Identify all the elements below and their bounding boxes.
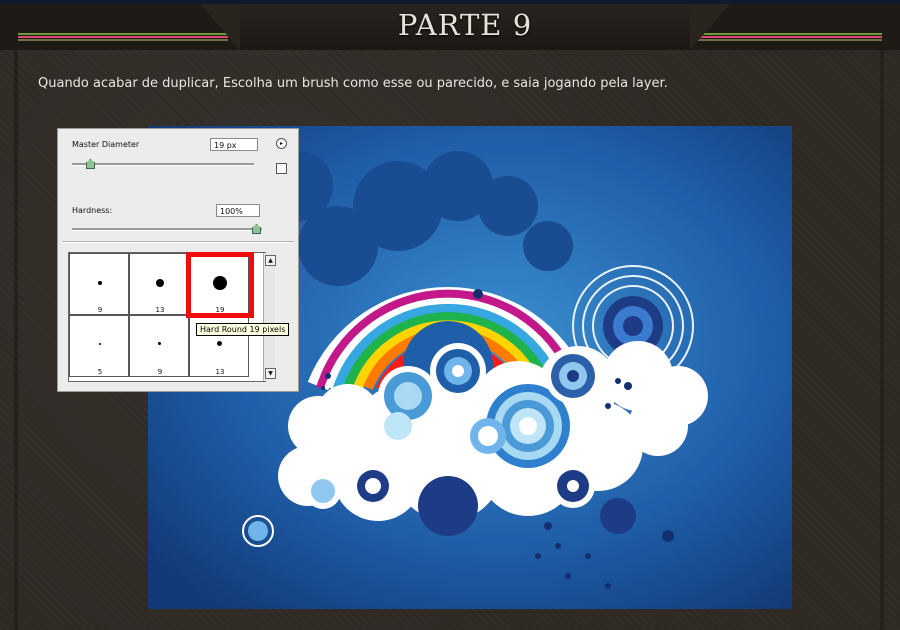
brush-size-label: 5 bbox=[97, 368, 103, 376]
brush-preset-panel: Master Diameter 19 px ▸ Hardness: 100% 9… bbox=[57, 128, 299, 392]
master-diameter-slider-thumb[interactable] bbox=[86, 159, 95, 169]
new-preset-button[interactable] bbox=[276, 163, 287, 174]
preset-scrollbar[interactable]: ▲ ▼ bbox=[263, 253, 276, 381]
master-diameter-input[interactable]: 19 px bbox=[210, 138, 258, 151]
brush-tip-preview bbox=[99, 343, 101, 345]
page-background: PARTE 9 Quando acabar de duplicar, Escol… bbox=[0, 0, 900, 630]
brush-size-label: 13 bbox=[155, 306, 165, 314]
brush-preset-cell[interactable]: 5 bbox=[69, 315, 129, 377]
header-stripes-left bbox=[18, 33, 228, 43]
brush-preset-cell[interactable]: 9 bbox=[129, 315, 189, 377]
brush-tip-preview bbox=[158, 342, 161, 345]
hardness-input[interactable]: 100% bbox=[216, 204, 260, 217]
hardness-slider[interactable] bbox=[72, 228, 262, 231]
hardness-slider-thumb[interactable] bbox=[252, 224, 261, 234]
frame-right bbox=[880, 50, 884, 630]
title-plate: PARTE 9 bbox=[200, 4, 730, 50]
instruction-text: Quando acabar de duplicar, Escolha um br… bbox=[38, 76, 668, 91]
brush-tooltip: Hard Round 19 pixels bbox=[196, 323, 290, 336]
selected-brush-highlight bbox=[186, 252, 254, 318]
brush-tip-preview bbox=[98, 281, 102, 285]
master-diameter-label: Master Diameter bbox=[72, 140, 140, 149]
brush-preset-cell[interactable]: 13 bbox=[129, 253, 189, 315]
hardness-label: Hardness: bbox=[72, 206, 113, 215]
frame-left bbox=[14, 50, 18, 630]
brush-size-label: 9 bbox=[157, 368, 163, 376]
panel-divider bbox=[62, 241, 294, 243]
scroll-up-icon[interactable]: ▲ bbox=[265, 255, 276, 266]
brush-size-label: 9 bbox=[97, 306, 103, 314]
page-title: PARTE 9 bbox=[397, 8, 533, 42]
brush-preset-cell[interactable]: 9 bbox=[69, 253, 129, 315]
master-diameter-slider[interactable] bbox=[72, 163, 254, 166]
panel-menu-button[interactable]: ▸ bbox=[276, 138, 287, 149]
brush-size-label: 13 bbox=[215, 368, 225, 376]
scroll-down-icon[interactable]: ▼ bbox=[265, 368, 276, 379]
brush-tip-preview bbox=[217, 341, 222, 346]
brush-tip-preview bbox=[156, 279, 164, 287]
